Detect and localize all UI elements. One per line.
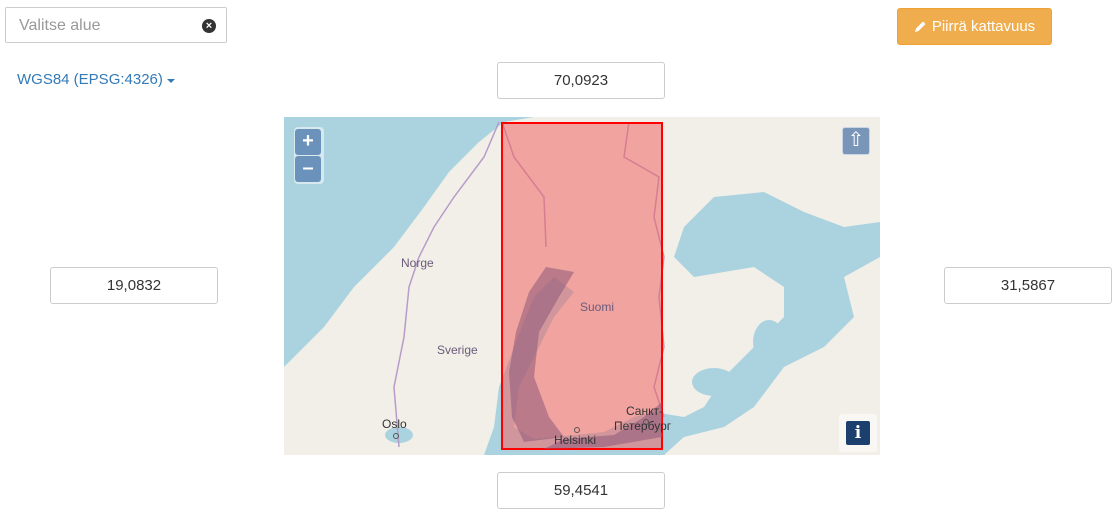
east-bound-input[interactable]: 31,5867	[944, 267, 1112, 304]
label-finland: Suomi	[580, 300, 615, 314]
caret-down-icon	[166, 78, 175, 83]
arrow-up-icon[interactable]: ⇧	[842, 127, 870, 155]
info-icon: i	[846, 421, 870, 445]
area-select-placeholder: Valitse alue	[19, 17, 101, 34]
zoom-in-button[interactable]: +	[295, 129, 321, 155]
lake-onega	[753, 320, 785, 364]
label-helsinki: Helsinki	[554, 433, 597, 447]
north-bound-input[interactable]: 70,0923	[497, 62, 665, 99]
label-oslo: Oslo	[382, 417, 407, 431]
label-norway: Norge	[401, 256, 434, 270]
label-spb-line1: Санкт-	[626, 404, 663, 418]
map-view[interactable]: Norge Sverige Suomi Oslo Helsinki Санкт-…	[284, 117, 880, 455]
south-bound-input[interactable]: 59,4541	[497, 472, 665, 509]
label-sweden: Sverige	[437, 343, 478, 357]
attribution-button[interactable]: i	[839, 414, 877, 452]
times-circle-icon[interactable]: ×	[202, 19, 216, 33]
draw-coverage-label: Piirrä kattavuus	[931, 18, 1036, 35]
zoom-control: + –	[294, 127, 324, 184]
zoom-out-button[interactable]: –	[295, 156, 321, 182]
label-spb-line2: Петербург	[614, 419, 672, 433]
pencil-icon	[914, 21, 926, 32]
map-canvas	[284, 117, 880, 455]
crs-label: WGS84 (EPSG:4326)	[17, 71, 163, 88]
crs-dropdown[interactable]: WGS84 (EPSG:4326)	[17, 71, 175, 88]
west-bound-input[interactable]: 19,0832	[50, 267, 218, 304]
lake-ladoga	[692, 368, 736, 396]
draw-coverage-button[interactable]: Piirrä kattavuus	[897, 8, 1052, 45]
area-select[interactable]: Valitse alue ×	[5, 7, 227, 43]
